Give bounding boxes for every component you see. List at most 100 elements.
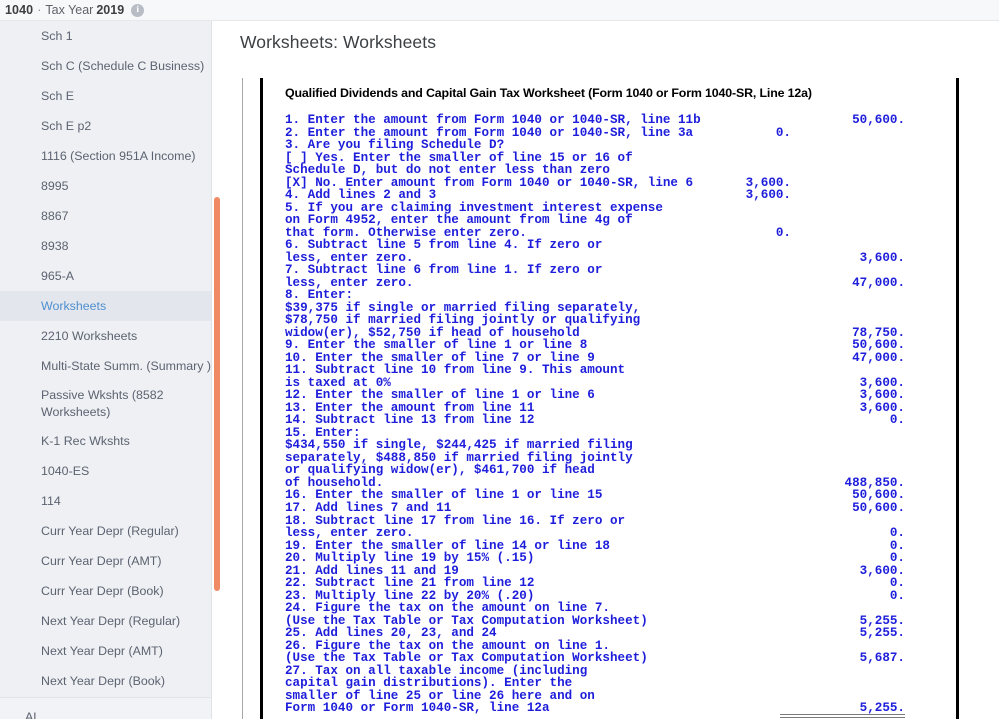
sidebar-item-965-a[interactable]: 965-A [0,261,211,291]
sidebar-item-sch-1[interactable]: Sch 1 [0,21,211,51]
sidebar-item-label: 2210 Worksheets [41,329,138,343]
worksheet-line-text: 17. Add lines 7 and 11 [285,500,452,515]
sidebar-item-sch-e-p2[interactable]: Sch E p2 [0,111,211,141]
worksheet-amount-col2: 50,600. [852,113,905,127]
sidebar-item-8867[interactable]: 8867 [0,201,211,231]
worksheet-total-double-underline [780,713,905,718]
sidebar-item-label: Next Year Depr (AMT) [41,644,163,658]
tax-year-label: Tax Year [45,3,94,17]
worksheet-amount-col2: 3,600. [859,250,905,265]
worksheet-line: 1. Enter the amount from Form 1040 or 10… [285,114,956,127]
sidebar-item-label: 8938 [41,239,69,253]
info-icon[interactable]: i [131,3,145,17]
document-margin-rule [242,78,243,719]
sidebar-item-2210-worksheets[interactable]: 2210 Worksheets [0,321,211,351]
document-viewer: Qualified Dividends and Capital Gain Tax… [233,56,999,719]
worksheet-line-text: 6. Subtract line 5 from line 4. If zero … [285,238,603,253]
worksheet-line: 3. Are you filing Schedule D? [285,139,956,152]
sidebar-item-next-year-depr-regular[interactable]: Next Year Depr (Regular) [0,606,211,636]
worksheet-line: 9. Enter the smaller of line 1 or line 8… [285,339,956,352]
worksheet-line-text: 3. Are you filing Schedule D? [285,138,505,153]
sidebar-item-1116-section-951a-income[interactable]: 1116 (Section 951A Income) [0,141,211,171]
sidebar-footer-item-label: AL [25,710,41,719]
sidebar-item-label: Sch E [41,89,75,103]
worksheet-amount-col2: 0. [889,576,905,591]
form-number-label: 1040 [5,3,34,17]
sidebar-item-label: Sch E p2 [41,119,92,133]
worksheet-amount-col1: 3,600. [745,188,791,203]
sidebar-item-sch-c-schedule-c-business[interactable]: Sch C (Schedule C Business) [0,51,211,81]
sidebar-item-label: 8995 [41,179,69,193]
worksheet-amount-col1: 0. [775,225,791,240]
worksheet-line: on Form 4952, enter the amount from line… [285,214,956,227]
sidebar-item-8995[interactable]: 8995 [0,171,211,201]
worksheet-line-text: on Form 4952, enter the amount from line… [285,213,633,228]
sidebar-item-sch-e[interactable]: Sch E [0,81,211,111]
worksheet-line-text: 4. Add lines 2 and 3 [285,188,437,203]
worksheet-amount-col2: 3,600. [859,388,905,403]
worksheet-line: $78,750 if married filing jointly or qua… [285,314,956,327]
sidebar-item-label: Worksheets [41,299,107,313]
worksheet-line: 17. Add lines 7 and 11 50,600. [285,502,956,515]
worksheet-line-text: 14. Subtract line 13 from line 12 [285,413,535,428]
sidebar-item-label: 8867 [41,209,69,223]
content-scrollbar-track[interactable] [990,21,999,719]
app-header: 1040 · Tax Year 2019 i [0,0,999,21]
sidebar-item-curr-year-depr-regular[interactable]: Curr Year Depr (Regular) [0,516,211,546]
sidebar-item-label: K-1 Rec Wkshts [41,434,130,448]
sidebar-item-1040-es[interactable]: 1040-ES [0,456,211,486]
sidebar-item-114[interactable]: 114 [0,486,211,516]
sidebar-footer-section: AL [0,697,211,719]
worksheet-line-text: capital gain distributions). Enter the [285,676,573,691]
sidebar-item-label: Multi-State Summ. (Summary ) [41,359,212,373]
sidebar: Sch 1 Sch C (Schedule C Business) Sch E Sch… [0,21,212,719]
sidebar-item-label: Curr Year Depr (AMT) [41,554,162,568]
sidebar-item-label: 114 [41,494,61,508]
sidebar-item-passive-wkshts-8582-worksheets[interactable]: Passive Wkshts (8582 Worksheets) [0,381,211,426]
worksheet-amount-col2: 47,000. [852,350,905,365]
sidebar-item-worksheets[interactable]: Worksheets [0,291,211,321]
worksheet-amount-col2: 5,255. [859,626,905,641]
sidebar-item-label: Next Year Depr (Regular) [41,614,181,628]
page-title: Worksheets: Worksheets [240,32,437,52]
worksheet-line-text: 7. Subtract line 6 from line 1. If zero … [285,263,603,278]
worksheet-amount-col2: 47,000. [852,275,905,290]
header-separator: · [37,3,42,17]
sidebar-nav-list: Sch 1 Sch C (Schedule C Business) Sch E Sch… [0,21,211,697]
worksheet-line: 11. Subtract line 10 from line 9. This a… [285,364,956,377]
worksheet-amount-col1: 0. [775,125,791,140]
sidebar-item-curr-year-depr-amt[interactable]: Curr Year Depr (AMT) [0,546,211,576]
document-page: Qualified Dividends and Capital Gain Tax… [260,78,959,719]
sidebar-item-k-1-rec-wkshts[interactable]: K-1 Rec Wkshts [0,426,211,456]
worksheet-heading: Qualified Dividends and Capital Gain Tax… [285,86,812,100]
worksheet-amount-col2: 0. [889,588,905,603]
worksheet-line: 8. Enter: [285,289,956,302]
sidebar-item-next-year-depr-book[interactable]: Next Year Depr (Book) [0,666,211,696]
worksheet-line-text: 24. Figure the tax on the amount on line… [285,601,610,616]
worksheet-line: 14. Subtract line 13 from line 12 0. [285,414,956,427]
worksheet-amount-col2: 50,600. [852,338,905,353]
content-pane: Worksheets: Worksheets Qualified Dividen… [233,21,999,719]
sidebar-item-label: Passive Wkshts (8582 Worksheets) [41,388,164,419]
worksheet-line: 20. Multiply line 19 by 15% (.15) 0. [285,552,956,565]
worksheet-line-text: 25. Add lines 20, 23, and 24 [285,626,497,641]
worksheet-amount-col2: 0. [889,551,905,566]
sidebar-item-label: 1116 (Section 951A Income) [41,149,196,163]
worksheet-amount-col2: 0. [889,413,905,428]
sidebar-scrollbar-thumb[interactable] [214,197,220,591]
worksheet-line-text: 9. Enter the smaller of line 1 or line 8 [285,338,588,353]
sidebar-item-next-year-depr-amt[interactable]: Next Year Depr (AMT) [0,636,211,666]
worksheet-line: less, enter zero. 47,000. [285,277,956,290]
worksheet-line: less, enter zero. 0. [285,527,956,540]
sidebar-item-multi-state-summ-summary[interactable]: Multi-State Summ. (Summary ) [0,351,211,381]
sidebar-item-8938[interactable]: 8938 [0,231,211,261]
worksheet-line: capital gain distributions). Enter the [285,677,956,690]
worksheet-amount-col2: 50,600. [852,500,905,515]
sidebar-footer-item-al[interactable]: AL [0,698,211,719]
sidebar-item-label: Next Year Depr (Book) [41,674,165,688]
sidebar-item-label: 1040-ES [41,464,90,478]
worksheet-amount-col2: 5,687. [859,651,905,666]
worksheet-line-text: 22. Subtract line 21 from line 12 [285,576,535,591]
worksheet-line: 12. Enter the smaller of line 1 or line … [285,389,956,402]
sidebar-item-curr-year-depr-book[interactable]: Curr Year Depr (Book) [0,576,211,606]
